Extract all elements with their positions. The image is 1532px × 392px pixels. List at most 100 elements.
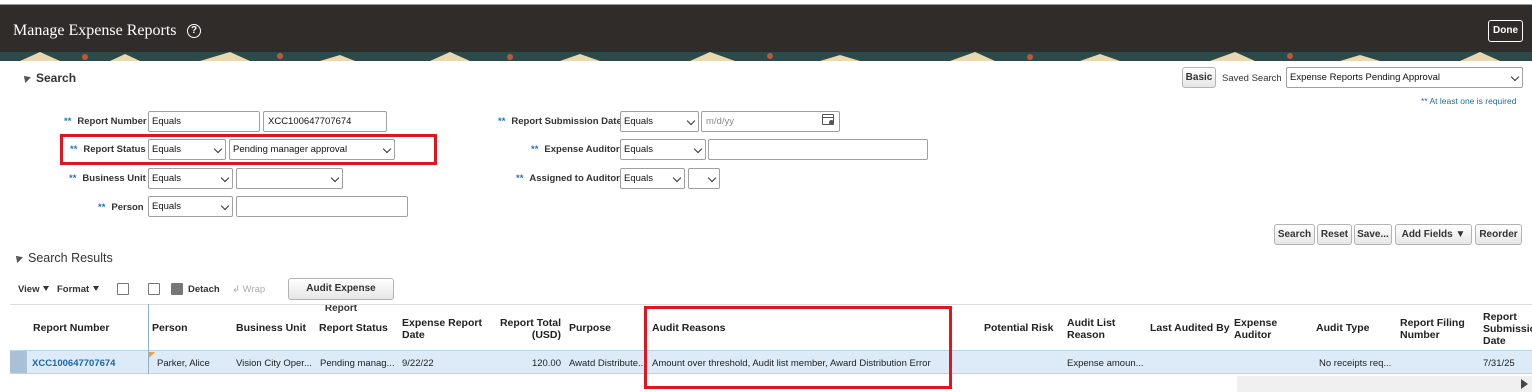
- col-expense-report-date[interactable]: Expense Report Date: [402, 317, 482, 341]
- col-report-number[interactable]: Report Number: [33, 322, 109, 334]
- col-report-submission-date-line3: Date: [1483, 335, 1506, 347]
- dropdown-arrow-icon: [93, 286, 100, 291]
- save-button[interactable]: Save...: [1354, 224, 1392, 245]
- detach-button[interactable]: Detach: [188, 284, 220, 295]
- search-results-title: Search Results: [28, 251, 113, 265]
- required-star: **: [531, 144, 539, 155]
- detach-icon[interactable]: [171, 283, 183, 295]
- person-input[interactable]: [236, 196, 408, 217]
- operator-value: Equals: [152, 173, 182, 184]
- col-report-filing-number[interactable]: Report Filing Number: [1400, 317, 1465, 341]
- submission-date-label: ** Report Submission Date: [498, 116, 622, 127]
- required-note: ** At least one is required: [1421, 96, 1517, 106]
- detach-window-icon[interactable]: [148, 283, 160, 295]
- collapse-triangle-icon: [21, 73, 31, 83]
- chevron-down-icon: [220, 173, 230, 183]
- search-section-header[interactable]: Search: [21, 71, 76, 85]
- col-report-status[interactable]: Report Status: [319, 322, 388, 334]
- format-menu[interactable]: Format: [57, 284, 100, 295]
- assigned-to-auditor-select[interactable]: [688, 168, 720, 189]
- add-fields-button[interactable]: Add Fields ▼: [1395, 224, 1472, 245]
- report-status-cell: Pending manag...: [320, 358, 395, 369]
- business-unit-select[interactable]: [236, 168, 343, 189]
- reset-button[interactable]: Reset: [1317, 224, 1352, 245]
- basic-button[interactable]: Basic: [1182, 67, 1216, 88]
- person-label-text: Person: [111, 202, 144, 213]
- submission-date-operator-select[interactable]: Equals: [620, 111, 699, 132]
- required-star: **: [64, 116, 72, 127]
- required-star: **: [69, 173, 77, 184]
- collapse-triangle-icon: [13, 253, 23, 263]
- page-header: Manage Expense Reports ? Done: [0, 5, 1532, 52]
- scroll-right-arrow-icon[interactable]: [1521, 379, 1528, 389]
- operator-value: Equals: [624, 173, 654, 184]
- col-report-submission-date-line2: Submissio: [1483, 323, 1532, 335]
- chevron-down-icon: [707, 173, 717, 183]
- expense-report-date-cell: 9/22/22: [402, 358, 434, 369]
- expense-auditor-label-text: Expense Auditor: [544, 144, 620, 155]
- col-report-total-line1: Report Total: [499, 317, 561, 329]
- chevron-down-icon: [672, 173, 682, 183]
- chevron-down-icon: [693, 144, 703, 154]
- dropdown-arrow-icon: [43, 286, 50, 291]
- view-label: View: [18, 284, 40, 295]
- col-expense-auditor-line2: Auditor: [1234, 329, 1272, 341]
- submission-date-input[interactable]: m/d/yy: [701, 111, 840, 132]
- format-label: Format: [57, 284, 90, 295]
- col-audit-list-reason-line2: Reason: [1067, 329, 1105, 341]
- search-button[interactable]: Search: [1274, 224, 1315, 245]
- wrap-button: ↲ Wrap: [232, 284, 265, 295]
- assigned-to-auditor-operator-select[interactable]: Equals: [620, 168, 685, 189]
- business-unit-operator-select[interactable]: Equals: [148, 168, 233, 189]
- audit-expense-report-button[interactable]: Audit Expense Report: [288, 278, 394, 314]
- search-results-header[interactable]: Search Results: [13, 251, 113, 265]
- chevron-down-icon: [330, 173, 340, 183]
- chevron-down-icon: [686, 116, 696, 126]
- col-purpose[interactable]: Purpose: [569, 322, 611, 334]
- col-person[interactable]: Person: [152, 322, 188, 334]
- horizontal-scrollbar[interactable]: [1237, 376, 1532, 392]
- done-button[interactable]: Done: [1488, 20, 1523, 42]
- col-last-audited-by[interactable]: Last Audited By: [1150, 322, 1230, 334]
- col-report-submission-date[interactable]: Report Submissio Date: [1483, 311, 1532, 347]
- row-selector[interactable]: [10, 351, 27, 373]
- wrap-label: Wrap: [242, 284, 266, 295]
- col-report-total-line2: (USD): [531, 329, 561, 341]
- help-icon[interactable]: ?: [187, 24, 201, 38]
- person-operator-select[interactable]: Equals: [148, 196, 233, 217]
- report-number-operator-select[interactable]: Equals: [148, 111, 260, 132]
- business-unit-label-text: Business Unit: [82, 173, 146, 184]
- report-number-label: ** Report Number: [64, 116, 147, 127]
- chevron-down-icon: [1510, 72, 1520, 82]
- expense-auditor-input[interactable]: [708, 139, 928, 160]
- col-business-unit[interactable]: Business Unit: [236, 322, 306, 334]
- view-menu[interactable]: View: [18, 284, 50, 295]
- report-number-link[interactable]: XCC100647707674: [32, 358, 115, 369]
- person-label: ** Person: [98, 202, 144, 213]
- operator-value: Equals: [624, 144, 654, 155]
- col-audit-list-reason[interactable]: Audit List Reason: [1067, 317, 1115, 341]
- chevron-down-icon: [220, 201, 230, 211]
- saved-search-value: Expense Reports Pending Approval: [1290, 72, 1440, 83]
- highlight-box-audit-reasons: [644, 306, 952, 389]
- saved-search-select[interactable]: Expense Reports Pending Approval: [1286, 67, 1523, 88]
- col-potential-risk[interactable]: Potential Risk: [984, 322, 1053, 334]
- calendar-icon[interactable]: [822, 114, 834, 125]
- expense-auditor-operator-select[interactable]: Equals: [620, 139, 706, 160]
- highlight-box-report-status: [60, 134, 437, 165]
- report-number-input[interactable]: XCC100647707674: [263, 111, 387, 132]
- col-report-total[interactable]: Report Total (USD): [490, 317, 561, 341]
- expense-auditor-label: ** Expense Auditor: [531, 144, 620, 155]
- row-edit-marker-icon: [149, 352, 155, 358]
- freeze-icon[interactable]: [117, 283, 129, 295]
- audit-type-cell: No receipts req...: [1319, 358, 1392, 369]
- col-audit-type[interactable]: Audit Type: [1316, 322, 1369, 334]
- audit-list-reason-cell: Expense amoun...: [1067, 358, 1144, 369]
- submission-date-label-text: Report Submission Date: [511, 116, 622, 127]
- frozen-column-divider: [148, 304, 149, 374]
- col-expense-report-date-line2: Date: [402, 329, 425, 341]
- report-submission-date-cell: 7/31/25: [1483, 358, 1515, 369]
- reorder-button[interactable]: Reorder: [1475, 224, 1522, 245]
- col-expense-auditor[interactable]: Expense Auditor: [1234, 317, 1277, 341]
- page-title: Manage Expense Reports: [13, 22, 177, 39]
